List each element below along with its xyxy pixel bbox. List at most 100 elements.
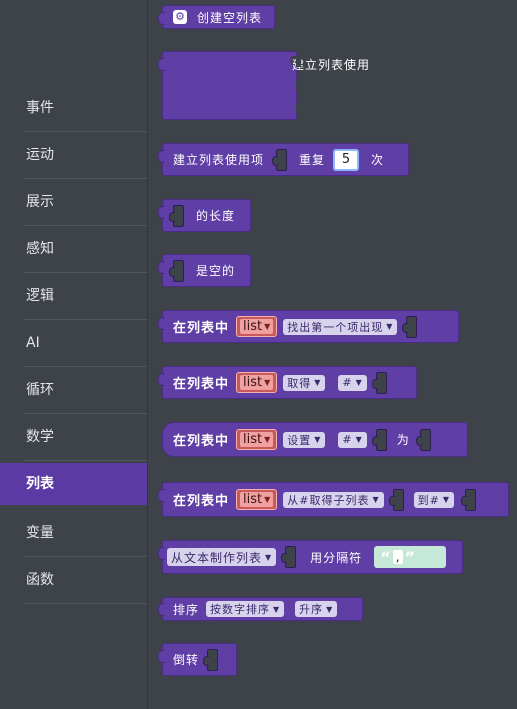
category-variables[interactable]: 变量 — [0, 510, 147, 557]
dropdown-arrow-icon: ▼ — [314, 435, 322, 444]
block-label: 创建空列表 — [197, 10, 263, 25]
split-mode-dropdown[interactable]: 从文本制作列表 ▼ — [167, 548, 277, 566]
dropdown-arrow-icon: ▼ — [264, 322, 271, 331]
item-input-slot[interactable] — [402, 315, 418, 338]
list-variable[interactable]: list ▼ — [236, 372, 278, 393]
list-reverse-block[interactable]: 倒转 — [158, 643, 237, 676]
block-label: 的长度 — [196, 209, 236, 223]
get-mode-dropdown[interactable]: 取得 ▼ — [283, 374, 326, 391]
dropdown-arrow-icon: ▼ — [273, 604, 281, 614]
position-dropdown[interactable]: # ▼ — [338, 431, 367, 448]
dropdown-arrow-icon: ▼ — [264, 435, 271, 444]
index-input-slot[interactable] — [371, 428, 387, 451]
in-list-label: 在列表中 — [173, 377, 230, 392]
open-quote-icon: “ — [380, 547, 391, 567]
category-label: 运动 — [26, 147, 54, 163]
delimiter-value[interactable]: , — [392, 550, 403, 564]
category-label: 数学 — [26, 429, 54, 445]
category-label: AI — [26, 335, 40, 351]
list-variable[interactable]: list ▼ — [236, 489, 278, 510]
category-functions[interactable]: 函数 — [0, 557, 147, 604]
block-label: 建立列表使用项 — [173, 153, 265, 167]
list-variable[interactable]: list ▼ — [236, 429, 278, 450]
list-sublist-block[interactable]: 在列表中 list ▼ 从#取得子列表 ▼ 到# ▼ — [158, 482, 509, 517]
in-list-label: 在列表中 — [173, 494, 230, 509]
list-input-slot[interactable] — [203, 648, 219, 671]
category-label: 逻辑 — [26, 288, 54, 304]
item-input-slot[interactable] — [272, 148, 288, 171]
category-label: 循环 — [26, 382, 54, 398]
find-mode-dropdown[interactable]: 找出第一个项出现 ▼ — [283, 318, 398, 335]
delimiter-label: 用分隔符 — [310, 550, 363, 565]
create-empty-list-block[interactable]: ⚙ 创建空列表 — [158, 5, 275, 29]
category-label: 列表 — [26, 476, 54, 492]
category-sensing[interactable]: 感知 — [0, 226, 147, 273]
dropdown-arrow-icon: ▼ — [265, 552, 273, 562]
category-lists[interactable]: 列表 — [0, 463, 147, 505]
text-input-slot[interactable] — [281, 546, 297, 568]
category-logic[interactable]: 逻辑 — [0, 273, 147, 320]
category-sidebar: 事件 运动 展示 感知 逻辑 AI 循环 数学 列表 变量 函数 — [0, 0, 148, 709]
list-sort-block[interactable]: 排序 按数字排序 ▼ 升序 ▼ — [158, 597, 363, 621]
block-label: 排序 — [173, 602, 200, 617]
list-input-slot[interactable] — [169, 204, 184, 227]
repeat-count-field[interactable]: 5 — [333, 148, 360, 171]
list-repeat-block[interactable]: 建立列表使用项 重复 5 次 — [158, 143, 409, 176]
dropdown-arrow-icon: ▼ — [355, 378, 363, 387]
category-events[interactable]: 事件 — [0, 85, 147, 132]
block-flyout: ⚙ 创建空列表 ⚙ 建立列表使用 建立列表使用项 重复 5 次 的长度 是空的 … — [148, 0, 517, 709]
create-list-with-block[interactable]: ⚙ 建立列表使用 — [158, 51, 369, 120]
index-input-slot[interactable] — [371, 371, 387, 394]
repeat-label: 重复 — [299, 153, 326, 167]
divider — [24, 460, 147, 461]
dropdown-arrow-icon: ▼ — [355, 435, 363, 444]
variable-name: list — [243, 492, 263, 507]
dropdown-arrow-icon: ▼ — [442, 495, 451, 504]
list-get-block[interactable]: 在列表中 list ▼ 取得 ▼ # ▼ — [158, 366, 417, 399]
block-label: 是空的 — [196, 264, 236, 278]
list-input-slot[interactable] — [169, 259, 184, 282]
category-label: 感知 — [26, 241, 54, 257]
category-label: 事件 — [26, 100, 54, 116]
times-label: 次 — [371, 153, 385, 167]
value-input-slot[interactable] — [415, 428, 431, 451]
divider — [24, 603, 147, 604]
set-mode-dropdown[interactable]: 设置 ▼ — [283, 431, 326, 448]
to-mode-dropdown[interactable]: 到# ▼ — [413, 491, 455, 508]
list-is-empty-block[interactable]: 是空的 — [158, 254, 251, 287]
to-index-slot[interactable] — [461, 488, 477, 511]
dropdown-arrow-icon: ▼ — [326, 604, 334, 614]
list-split-block[interactable]: 从文本制作列表 ▼ 用分隔符 “ , ” — [158, 540, 463, 574]
category-motion[interactable]: 运动 — [0, 132, 147, 179]
sort-order-dropdown[interactable]: 升序 ▼ — [295, 601, 338, 617]
in-list-label: 在列表中 — [173, 321, 230, 336]
dropdown-arrow-icon: ▼ — [264, 378, 271, 387]
category-ai[interactable]: AI — [0, 320, 147, 367]
dropdown-arrow-icon: ▼ — [314, 378, 322, 387]
variable-name: list — [243, 432, 263, 447]
position-dropdown[interactable]: # ▼ — [338, 374, 367, 391]
list-variable[interactable]: list ▼ — [236, 316, 278, 337]
category-display[interactable]: 展示 — [0, 179, 147, 226]
sort-kind-dropdown[interactable]: 按数字排序 ▼ — [206, 601, 285, 617]
in-list-label: 在列表中 — [173, 434, 230, 449]
block-label: 倒转 — [173, 653, 200, 667]
variable-name: list — [243, 319, 263, 334]
category-loops[interactable]: 循环 — [0, 367, 147, 414]
list-length-block[interactable]: 的长度 — [158, 199, 251, 232]
dropdown-arrow-icon: ▼ — [386, 322, 394, 331]
close-quote-icon: ” — [404, 547, 416, 567]
dropdown-arrow-icon: ▼ — [372, 495, 380, 504]
from-index-slot[interactable] — [388, 488, 404, 511]
category-label: 函数 — [26, 572, 54, 588]
list-set-block[interactable]: 在列表中 list ▼ 设置 ▼ # ▼ 为 — [162, 422, 468, 457]
category-label: 变量 — [26, 525, 54, 541]
from-mode-dropdown[interactable]: 从#取得子列表 ▼ — [283, 491, 384, 508]
variable-name: list — [243, 375, 263, 390]
delimiter-string-field[interactable]: “ , ” — [374, 546, 447, 568]
category-label: 展示 — [26, 194, 54, 210]
dropdown-arrow-icon: ▼ — [264, 495, 271, 504]
category-math[interactable]: 数学 — [0, 414, 147, 461]
list-index-of-block[interactable]: 在列表中 list ▼ 找出第一个项出现 ▼ — [158, 310, 459, 343]
gear-icon[interactable]: ⚙ — [173, 10, 187, 24]
